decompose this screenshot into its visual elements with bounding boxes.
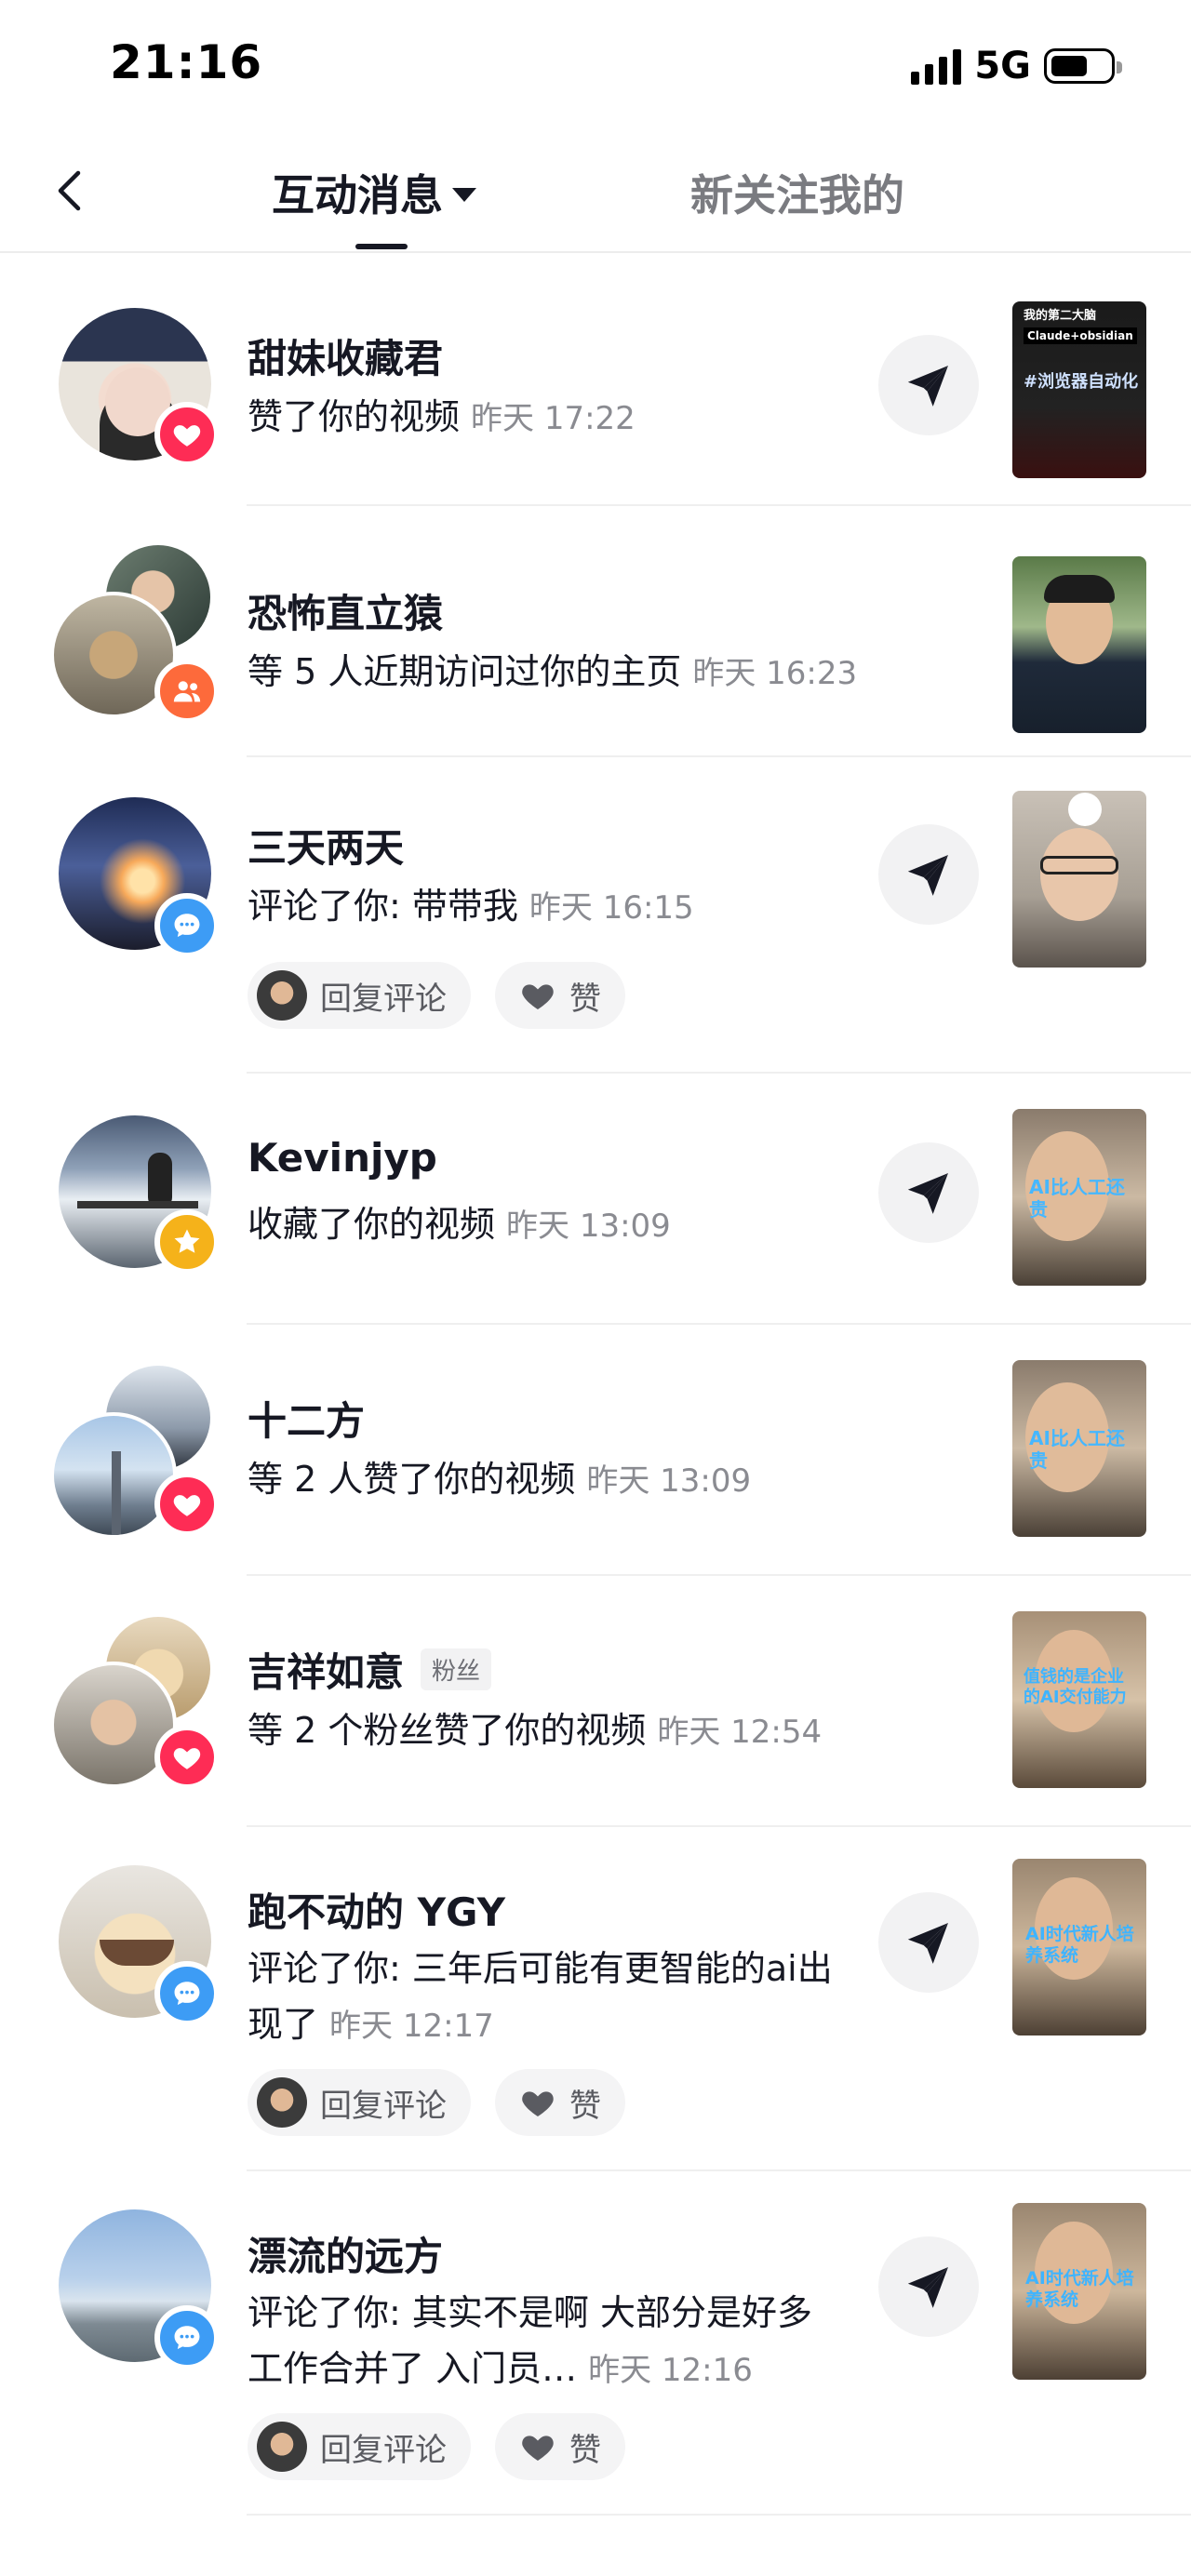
timestamp: 昨天 16:23: [692, 655, 858, 692]
status-time: 21:16: [110, 35, 263, 89]
user-name[interactable]: 甜妹收藏君: [248, 327, 443, 384]
reply-comment-button[interactable]: 回复评论: [248, 2069, 471, 2136]
like-comment-button[interactable]: 赞: [495, 962, 625, 1029]
caret-down-icon: [452, 187, 476, 202]
user-name[interactable]: Kevinjyp: [248, 1135, 437, 1181]
video-thumbnail[interactable]: [1012, 791, 1146, 968]
heart-icon: [154, 1472, 220, 1537]
list-item[interactable]: Kevinjyp 收藏了你的视频 昨天 13:09 AI比人工还贵: [0, 1074, 1191, 1325]
heart-icon: [154, 1725, 220, 1790]
activity-text: 等 2 人赞了你的视频 昨天 13:09: [248, 1459, 752, 1500]
activity-text: 评论了你: 带带我 昨天 16:15: [248, 886, 694, 927]
like-comment-button[interactable]: 赞: [495, 2413, 625, 2480]
send-icon: [903, 1916, 955, 1969]
top-nav: 互动消息 新关注我的: [0, 130, 1191, 253]
avatar: [257, 970, 307, 1021]
avatar: [257, 2422, 307, 2472]
fan-badge: 粉丝: [421, 1648, 492, 1690]
send-icon: [903, 1167, 955, 1219]
network-label: 5G: [974, 45, 1031, 87]
tab-new-followers[interactable]: 新关注我的: [690, 162, 904, 223]
comment-actions: 回复评论 赞: [248, 2069, 625, 2136]
back-arrow-icon[interactable]: [48, 167, 95, 214]
share-button[interactable]: [878, 824, 979, 925]
user-name[interactable]: 十二方: [248, 1390, 365, 1447]
tab-interactions-label: 互动消息: [272, 170, 443, 220]
comment-icon: [154, 1961, 220, 2026]
user-name[interactable]: 跑不动的 YGY: [248, 1881, 505, 1938]
tab-interactions[interactable]: 互动消息: [272, 162, 476, 223]
comment-actions: 回复评论 赞: [248, 962, 625, 1029]
share-button[interactable]: [878, 1892, 979, 1993]
video-thumbnail[interactable]: [1012, 556, 1146, 733]
comment-icon: [154, 893, 220, 958]
status-bar: 21:16 5G: [0, 0, 1191, 130]
divider: [247, 2514, 1191, 2516]
heart-outline-icon: [519, 2428, 556, 2465]
video-thumbnail[interactable]: AI时代新人培养系统: [1012, 1859, 1146, 2035]
heart-outline-icon: [519, 977, 556, 1014]
timestamp: 昨天 16:15: [529, 889, 694, 927]
video-thumbnail[interactable]: AI比人工还贵: [1012, 1109, 1146, 1286]
star-icon: [154, 1209, 220, 1275]
send-icon: [903, 2261, 955, 2313]
reply-comment-button[interactable]: 回复评论: [248, 2413, 471, 2480]
avatar: [257, 2077, 307, 2128]
user-name[interactable]: 恐怖直立猿: [248, 582, 443, 639]
user-name[interactable]: 漂流的远方: [248, 2225, 443, 2282]
list-item[interactable]: 甜妹收藏君 赞了你的视频 昨天 17:22 我的第二大脑 Claude+obsid…: [0, 253, 1191, 506]
heart-icon: [154, 402, 220, 467]
video-thumbnail[interactable]: AI时代新人培养系统: [1012, 2203, 1146, 2380]
video-thumbnail[interactable]: 值钱的是企业的AI交付能力: [1012, 1611, 1146, 1788]
video-thumbnail[interactable]: 我的第二大脑 Claude+obsidian #浏览器自动化: [1012, 301, 1146, 478]
status-indicators: 5G: [911, 45, 1122, 87]
send-icon: [903, 359, 955, 411]
like-comment-button[interactable]: 赞: [495, 2069, 625, 2136]
list-item[interactable]: 漂流的远方 评论了你: 其实不是啊 大部分是好多工作合并了 入门员… 昨天 12:…: [0, 2171, 1191, 2516]
heart-outline-icon: [519, 2084, 556, 2121]
video-thumbnail[interactable]: AI比人工还贵: [1012, 1360, 1146, 1537]
send-icon: [903, 848, 955, 901]
activity-text: 收藏了你的视频 昨天 13:09: [248, 1204, 671, 1245]
reply-comment-button[interactable]: 回复评论: [248, 962, 471, 1029]
user-name[interactable]: 三天两天: [248, 817, 404, 874]
timestamp: 昨天 13:09: [586, 1462, 752, 1500]
comment-icon: [154, 2305, 220, 2370]
notification-list: 甜妹收藏君 赞了你的视频 昨天 17:22 我的第二大脑 Claude+obsid…: [0, 253, 1191, 2516]
timestamp: 昨天 17:22: [471, 400, 636, 437]
user-name[interactable]: 吉祥如意 粉丝: [248, 1641, 492, 1698]
battery-icon: [1044, 48, 1122, 84]
activity-text: 赞了你的视频 昨天 17:22: [248, 396, 636, 437]
people-icon: [154, 659, 220, 724]
timestamp: 昨天 12:17: [329, 2008, 494, 2045]
timestamp: 昨天 13:09: [506, 1208, 671, 1245]
timestamp: 昨天 12:54: [657, 1714, 823, 1751]
list-item[interactable]: 恐怖直立猿 等 5 人近期访问过你的主页 昨天 16:23: [0, 506, 1191, 757]
list-item[interactable]: 三天两天 评论了你: 带带我 昨天 16:15 回复评论 赞: [0, 757, 1191, 1074]
activity-text: 评论了你: 三年后可能有更智能的ai出现了 昨天 12:17: [248, 1948, 833, 2045]
activity-text: 等 5 人近期访问过你的主页 昨天 16:23: [248, 651, 858, 692]
signal-icon: [911, 47, 962, 85]
share-button[interactable]: [878, 1142, 979, 1243]
timestamp: 昨天 12:16: [588, 2352, 753, 2389]
list-item[interactable]: 跑不动的 YGY 评论了你: 三年后可能有更智能的ai出现了 昨天 12:17 回…: [0, 1827, 1191, 2171]
comment-actions: 回复评论 赞: [248, 2413, 625, 2480]
share-button[interactable]: [878, 2236, 979, 2337]
activity-text: 评论了你: 其实不是啊 大部分是好多工作合并了 入门员… 昨天 12:16: [248, 2292, 812, 2389]
active-tab-indicator: [355, 244, 408, 249]
list-item[interactable]: 吉祥如意 粉丝 等 2 个粉丝赞了你的视频 昨天 12:54 值钱的是企业的AI交…: [0, 1576, 1191, 1827]
list-item[interactable]: 十二方 等 2 人赞了你的视频 昨天 13:09 AI比人工还贵: [0, 1325, 1191, 1576]
share-button[interactable]: [878, 335, 979, 435]
activity-text: 等 2 个粉丝赞了你的视频 昨天 12:54: [248, 1710, 823, 1751]
